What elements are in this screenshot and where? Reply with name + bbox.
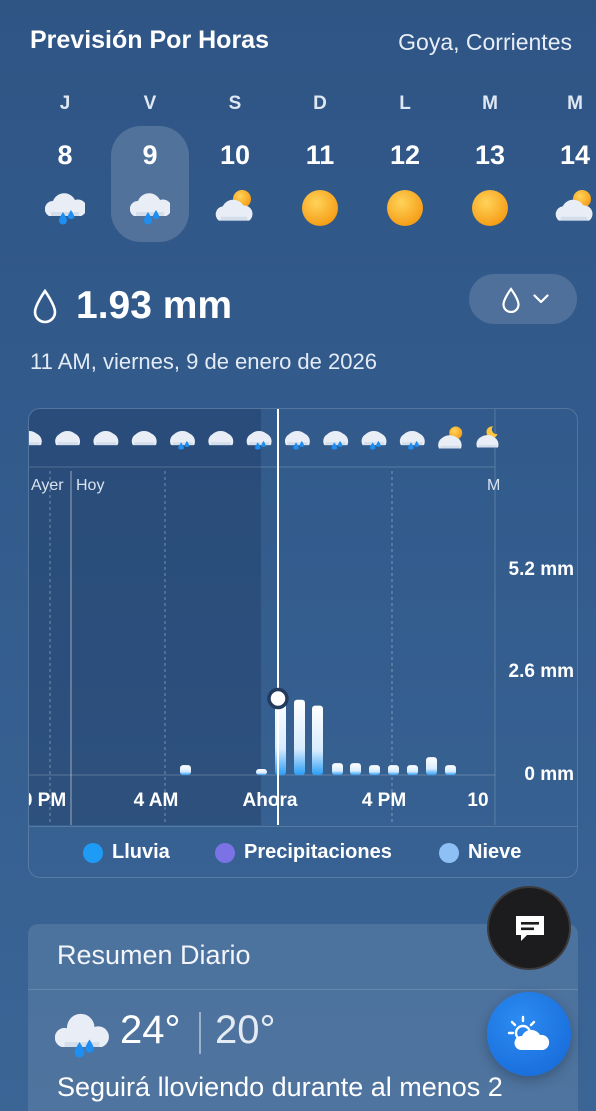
chart-legend: Lluvia Precipitaciones Nieve xyxy=(29,826,577,877)
day-selector: J 8 V 9 S 10 D 11 L 12 M 13 M 14 xyxy=(0,88,596,248)
day-letter: J xyxy=(59,93,71,114)
precip-bar[interactable] xyxy=(407,765,418,775)
low-temperature: 20° xyxy=(215,1008,276,1052)
x-axis-label: 10 xyxy=(467,790,488,811)
day-number: 13 xyxy=(474,140,506,170)
day-number: 9 xyxy=(142,140,158,170)
high-temperature: 24° xyxy=(120,1008,181,1052)
day-letter: V xyxy=(143,93,157,114)
day-12[interactable]: L 12 xyxy=(366,88,444,238)
day-letter: L xyxy=(399,93,411,114)
message-icon xyxy=(516,916,544,941)
current-value-marker[interactable] xyxy=(267,687,289,710)
legend-label: Lluvia xyxy=(112,841,170,863)
precip-bar[interactable] xyxy=(275,698,286,775)
precip-bar[interactable] xyxy=(445,765,456,775)
precip-bar[interactable] xyxy=(350,763,361,775)
sun-icon xyxy=(302,190,338,226)
day-number: 11 xyxy=(305,140,335,170)
x-axis-label: 4 PM xyxy=(362,790,406,811)
rain-cloud-icon xyxy=(45,193,85,225)
y-axis-label: 5.2 mm xyxy=(509,559,574,580)
sun-cloud-icon xyxy=(507,1015,550,1050)
sun-icon xyxy=(472,190,508,226)
legend-dot xyxy=(215,843,235,863)
day-number: 8 xyxy=(57,140,73,170)
daily-summary-text: Seguirá lloviendo durante al menos 2 xyxy=(57,1072,503,1102)
rain-cloud-icon xyxy=(55,1013,109,1058)
precip-bar[interactable] xyxy=(312,705,323,775)
y-axis-label: 0 mm xyxy=(524,764,574,785)
precip-bar[interactable] xyxy=(426,757,437,775)
chart-day-label: M xyxy=(487,477,500,494)
chart-day-label: Ayer xyxy=(31,477,64,494)
day-number: 14 xyxy=(559,140,591,170)
day-number: 10 xyxy=(219,140,251,170)
droplet-icon xyxy=(502,287,520,313)
day-14[interactable]: M 14 xyxy=(536,88,596,238)
hourly-weather-icon xyxy=(438,426,463,449)
day-11[interactable]: D 11 xyxy=(281,88,359,238)
chevron-down-icon xyxy=(533,294,549,304)
temperature-divider xyxy=(199,1012,201,1054)
daily-summary-title: Resumen Diario xyxy=(57,940,251,970)
day-10[interactable]: S 10 xyxy=(196,88,274,238)
precip-bar[interactable] xyxy=(388,765,399,775)
rain-cloud-icon xyxy=(130,193,170,225)
x-axis-label: 0 PM xyxy=(29,790,66,811)
precip-bar[interactable] xyxy=(294,699,305,775)
weather-overview-button[interactable] xyxy=(487,992,571,1076)
legend-dot xyxy=(83,843,103,863)
partly-cloudy-icon xyxy=(215,190,253,221)
droplet-icon xyxy=(33,288,57,324)
precipitation-chart[interactable]: Ayer Hoy M 5.2 mm 2.6 mm 0 mm 0 PM 4 AM Ahora 4 P… xyxy=(29,409,578,825)
y-axis-label: 2.6 mm xyxy=(509,661,574,682)
hourly-weather-icon xyxy=(399,430,425,450)
page-title: Previsión Por Horas xyxy=(30,26,269,54)
hourly-weather-icon xyxy=(361,430,387,450)
x-axis-label: 4 AM xyxy=(134,790,179,811)
day-letter: M xyxy=(567,93,583,114)
hourly-weather-icon xyxy=(284,430,310,450)
header: Previsión Por Horas Goya, Corrientes xyxy=(30,26,572,58)
legend-label: Precipitaciones xyxy=(244,841,392,863)
day-letter: S xyxy=(228,93,242,114)
legend-dot xyxy=(439,843,459,863)
precipitation-type-dropdown[interactable] xyxy=(469,274,577,324)
past-shade xyxy=(29,409,261,825)
sun-icon xyxy=(387,190,423,226)
day-number: 12 xyxy=(389,140,421,170)
chart-day-label: Hoy xyxy=(76,477,104,494)
day-9[interactable]: V9 xyxy=(111,88,189,242)
partly-cloudy-icon xyxy=(555,190,593,221)
location-label[interactable]: Goya, Corrientes xyxy=(398,29,572,56)
feedback-button[interactable] xyxy=(487,886,571,970)
precip-bar[interactable] xyxy=(180,765,191,775)
day-letter: M xyxy=(482,93,498,114)
day-13[interactable]: M 13 xyxy=(451,88,529,238)
day-letter: D xyxy=(313,93,327,114)
precip-bar[interactable] xyxy=(369,765,380,775)
hourly-weather-icon xyxy=(323,430,349,450)
hourly-chart[interactable]: Ayer Hoy M 5.2 mm 2.6 mm 0 mm 0 PM 4 AM Ahora 4 P… xyxy=(28,408,578,878)
precipitation-value: 1.93 mm xyxy=(76,284,233,327)
precip-bar[interactable] xyxy=(332,763,343,775)
day-8[interactable]: J8 xyxy=(26,88,104,238)
selected-datetime: 11 AM, viernes, 9 de enero de 2026 xyxy=(30,349,377,374)
legend-label: Nieve xyxy=(468,841,522,863)
precip-bar[interactable] xyxy=(256,769,267,775)
x-axis-label: Ahora xyxy=(243,790,298,811)
